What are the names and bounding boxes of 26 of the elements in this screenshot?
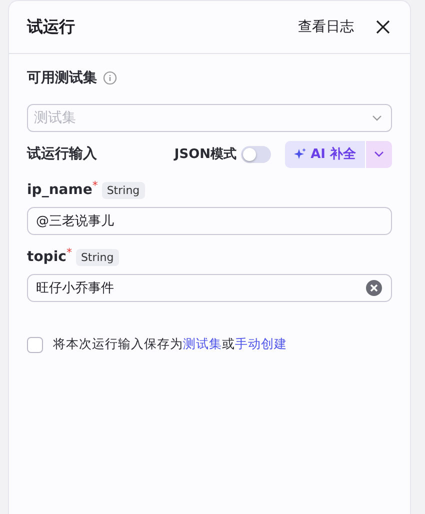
section-label: 试运行输入 [27, 145, 98, 163]
clear-icon[interactable] [366, 280, 382, 296]
sparkle-icon [294, 148, 306, 160]
input-field[interactable]: @三老说事儿 [27, 207, 392, 235]
chevron-down-icon [374, 151, 384, 157]
close-icon[interactable] [376, 20, 390, 34]
ai-complete-button[interactable]: AI 补全 [284, 140, 365, 168]
required-mark: * [92, 179, 98, 192]
field-name: topic [27, 249, 66, 265]
checkbox[interactable] [27, 336, 43, 352]
type-tag: String [76, 248, 119, 266]
save-option-text: 将本次运行输入保存为测试集或手动创建 [53, 336, 287, 353]
json-mode-label: JSON模式 [174, 146, 237, 163]
link[interactable]: 手动创建 [235, 336, 287, 351]
section-label: 可用测试集 [27, 69, 97, 87]
input-field[interactable]: 旺仔小乔事件 [27, 274, 392, 302]
json-mode-toggle[interactable] [240, 146, 271, 162]
info-icon[interactable] [103, 71, 117, 85]
type-tag: String [102, 182, 145, 198]
view-log-link[interactable]: 查看日志 [298, 18, 354, 36]
dropdown-button[interactable] [365, 140, 392, 168]
required-mark: * [66, 246, 72, 259]
field-name: ip_name [27, 182, 92, 198]
link[interactable]: 测试集 [183, 336, 222, 351]
panel-title: 试运行 [27, 16, 76, 38]
chevron-down-icon [372, 115, 382, 121]
